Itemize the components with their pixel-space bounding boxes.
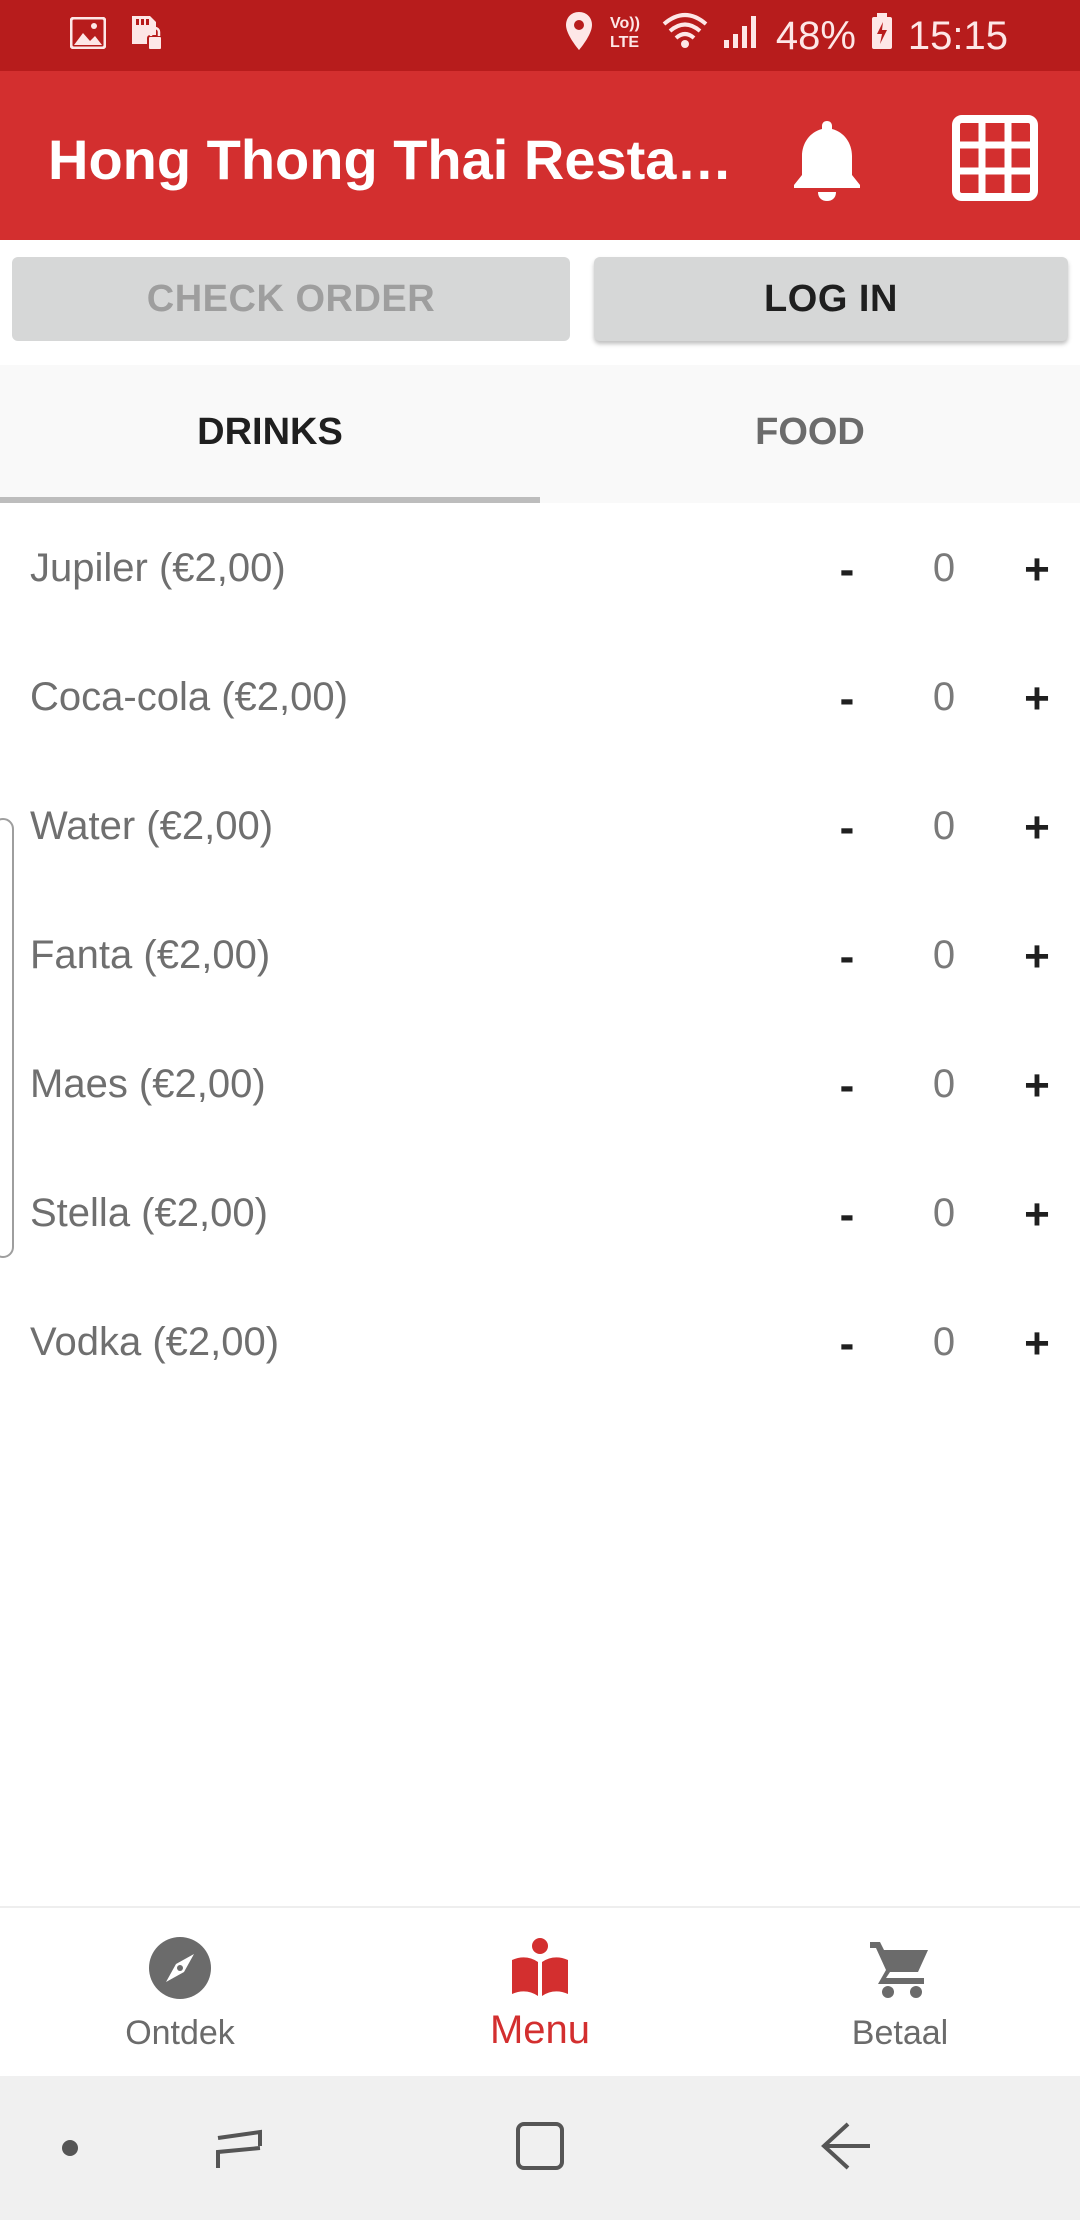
- check-order-button[interactable]: CHECK ORDER: [12, 257, 570, 341]
- increase-button[interactable]: +: [1010, 669, 1064, 729]
- app-bar: Hong Thong Thai Resta…: [0, 71, 1080, 240]
- bell-icon: [794, 121, 860, 201]
- sd-card-icon: [126, 14, 164, 57]
- increase-button[interactable]: +: [1010, 1056, 1064, 1116]
- item-label: Vodka (€2,00): [30, 1320, 280, 1364]
- list-item: Maes (€2,00) - 0 +: [0, 1022, 1080, 1151]
- nav-betaal[interactable]: Betaal: [720, 1908, 1080, 2078]
- table-grid-button[interactable]: [950, 113, 1040, 203]
- quantity-value: 0: [932, 546, 956, 590]
- recent-apps-icon[interactable]: [212, 2120, 268, 2176]
- nav-label: Menu: [489, 2008, 591, 2052]
- quantity-value: 0: [932, 675, 956, 719]
- back-icon[interactable]: [818, 2118, 874, 2174]
- item-label: Water (€2,00): [30, 804, 274, 848]
- menu-book-icon: [512, 1938, 568, 1996]
- item-label: Maes (€2,00): [30, 1062, 266, 1106]
- increase-button[interactable]: +: [1010, 927, 1064, 987]
- list-item: Coca-cola (€2,00) - 0 +: [0, 635, 1080, 764]
- signal-icon: [722, 12, 762, 60]
- quantity-value: 0: [932, 1320, 956, 1364]
- active-tab-indicator: [0, 497, 540, 503]
- drinks-list: Jupiler (€2,00) - 0 + Coca-cola (€2,00) …: [0, 506, 1080, 1409]
- status-bar: Vo)) LTE 48% 15:15: [0, 0, 1080, 71]
- item-label: Coca-cola (€2,00): [30, 675, 348, 719]
- svg-text:Vo)): Vo)): [610, 15, 640, 32]
- volte-icon: Vo)) LTE: [608, 11, 648, 61]
- dot-icon[interactable]: [58, 2136, 82, 2160]
- item-label: Fanta (€2,00): [30, 933, 271, 977]
- nav-ontdek[interactable]: Ontdek: [0, 1908, 360, 2078]
- wifi-icon: [662, 12, 708, 60]
- decrease-button[interactable]: -: [820, 540, 874, 600]
- increase-button[interactable]: +: [1010, 1185, 1064, 1245]
- list-item: Stella (€2,00) - 0 +: [0, 1151, 1080, 1280]
- decrease-button[interactable]: -: [820, 1314, 874, 1374]
- nav-label: Ontdek: [125, 2014, 235, 2052]
- log-in-button[interactable]: LOG IN: [594, 257, 1068, 341]
- decrease-button[interactable]: -: [820, 1056, 874, 1116]
- decrease-button[interactable]: -: [820, 669, 874, 729]
- increase-button[interactable]: +: [1010, 1314, 1064, 1374]
- battery-icon: [870, 12, 894, 60]
- cart-icon: [870, 1942, 928, 1998]
- app-title: Hong Thong Thai Resta…: [48, 128, 733, 191]
- quantity-value: 0: [932, 804, 956, 848]
- item-label: Jupiler (€2,00): [30, 546, 286, 590]
- gallery-icon: [69, 16, 107, 54]
- increase-button[interactable]: +: [1010, 798, 1064, 858]
- list-item: Jupiler (€2,00) - 0 +: [0, 506, 1080, 635]
- home-icon[interactable]: [512, 2118, 568, 2174]
- clock: 15:15: [907, 13, 1008, 58]
- list-item: Water (€2,00) - 0 +: [0, 764, 1080, 893]
- list-item: Vodka (€2,00) - 0 +: [0, 1280, 1080, 1409]
- quantity-value: 0: [932, 933, 956, 977]
- nav-label: Betaal: [851, 2014, 949, 2052]
- category-tabs: DRINKS FOOD: [0, 365, 1080, 503]
- location-icon: [564, 10, 594, 62]
- list-item: Fanta (€2,00) - 0 +: [0, 893, 1080, 1022]
- compass-icon: [149, 1937, 211, 1999]
- grid-icon: [952, 115, 1038, 201]
- increase-button[interactable]: +: [1010, 540, 1064, 600]
- quantity-value: 0: [932, 1191, 956, 1235]
- nav-menu[interactable]: Menu: [360, 1908, 720, 2078]
- tab-drinks[interactable]: DRINKS: [0, 365, 540, 503]
- decrease-button[interactable]: -: [820, 1185, 874, 1245]
- tab-food[interactable]: FOOD: [540, 365, 1080, 503]
- notifications-button[interactable]: [782, 113, 872, 203]
- quantity-value: 0: [932, 1062, 956, 1106]
- svg-text:LTE: LTE: [610, 34, 639, 51]
- battery-percent: 48%: [775, 13, 856, 58]
- system-navigation-bar: [0, 2076, 1080, 2220]
- decrease-button[interactable]: -: [820, 798, 874, 858]
- item-label: Stella (€2,00): [30, 1191, 268, 1235]
- edge-panel-handle[interactable]: [0, 818, 14, 1258]
- decrease-button[interactable]: -: [820, 927, 874, 987]
- bottom-navigation: Ontdek Menu Betaal: [0, 1906, 1080, 2076]
